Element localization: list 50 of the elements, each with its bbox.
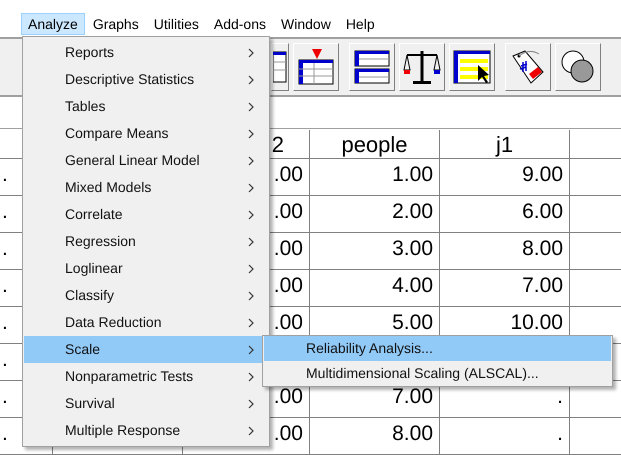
menu-item[interactable]: Help <box>338 12 382 34</box>
column-header[interactable]: j1 <box>440 130 570 159</box>
balance-scale-icon <box>403 48 441 86</box>
chevron-right-icon <box>248 210 254 220</box>
menu-item[interactable]: Add-ons <box>206 12 274 34</box>
toolbar-button[interactable] <box>555 43 601 91</box>
chevron-right-icon <box>248 399 254 409</box>
table-cell: 3.00 <box>310 233 440 270</box>
menu-item[interactable]: Compare Means <box>24 120 268 147</box>
toolbar-button[interactable] <box>271 43 289 91</box>
menu-item[interactable]: Descriptive Statistics <box>24 66 268 93</box>
chevron-right-icon <box>248 156 254 166</box>
menu-item[interactable]: Window <box>274 12 338 34</box>
chevron-right-icon <box>248 129 254 139</box>
table-arrow-icon <box>296 48 336 86</box>
table-cell: 9.00 <box>440 159 570 196</box>
table-cell: 8.00 <box>310 418 440 455</box>
menu-item[interactable]: Utilities <box>146 12 206 34</box>
chevron-right-icon <box>248 237 254 247</box>
table-cell: 6.00 <box>440 196 570 233</box>
table-cell: 7.00 <box>440 270 570 307</box>
table-cell: 8.00 <box>440 233 570 270</box>
table-icon <box>273 50 287 84</box>
chevron-right-icon <box>248 372 254 382</box>
chevron-right-icon <box>248 102 254 112</box>
toolbar-button[interactable] <box>505 43 551 91</box>
menu-item[interactable]: Reliability Analysis... <box>264 336 611 361</box>
chevron-right-icon <box>248 426 254 436</box>
toolbar-button[interactable] <box>449 43 495 91</box>
chevron-right-icon <box>248 183 254 193</box>
toolbar-button[interactable] <box>293 43 339 91</box>
table-cell: . <box>440 418 570 455</box>
menu-item[interactable]: Tables <box>24 93 268 120</box>
chevron-right-icon <box>248 291 254 301</box>
column-header[interactable]: people <box>310 130 440 159</box>
toolbar-button[interactable] <box>349 43 395 91</box>
table-cell: 4.00 <box>310 270 440 307</box>
chevron-right-icon <box>248 345 254 355</box>
menu-item[interactable]: Analyze <box>21 12 85 34</box>
chevron-right-icon <box>248 48 254 58</box>
toolbar-button[interactable] <box>399 43 445 91</box>
chevron-right-icon <box>248 75 254 85</box>
menu-item[interactable]: Reports <box>24 39 268 66</box>
chevron-right-icon <box>248 318 254 328</box>
table-cell: 1.00 <box>310 159 440 196</box>
split-table-icon <box>353 49 391 85</box>
menu-item[interactable]: Graphs <box>86 12 146 34</box>
table-cursor-icon <box>452 49 492 85</box>
table-cell: 2.00 <box>310 196 440 233</box>
chevron-right-icon <box>248 264 254 274</box>
